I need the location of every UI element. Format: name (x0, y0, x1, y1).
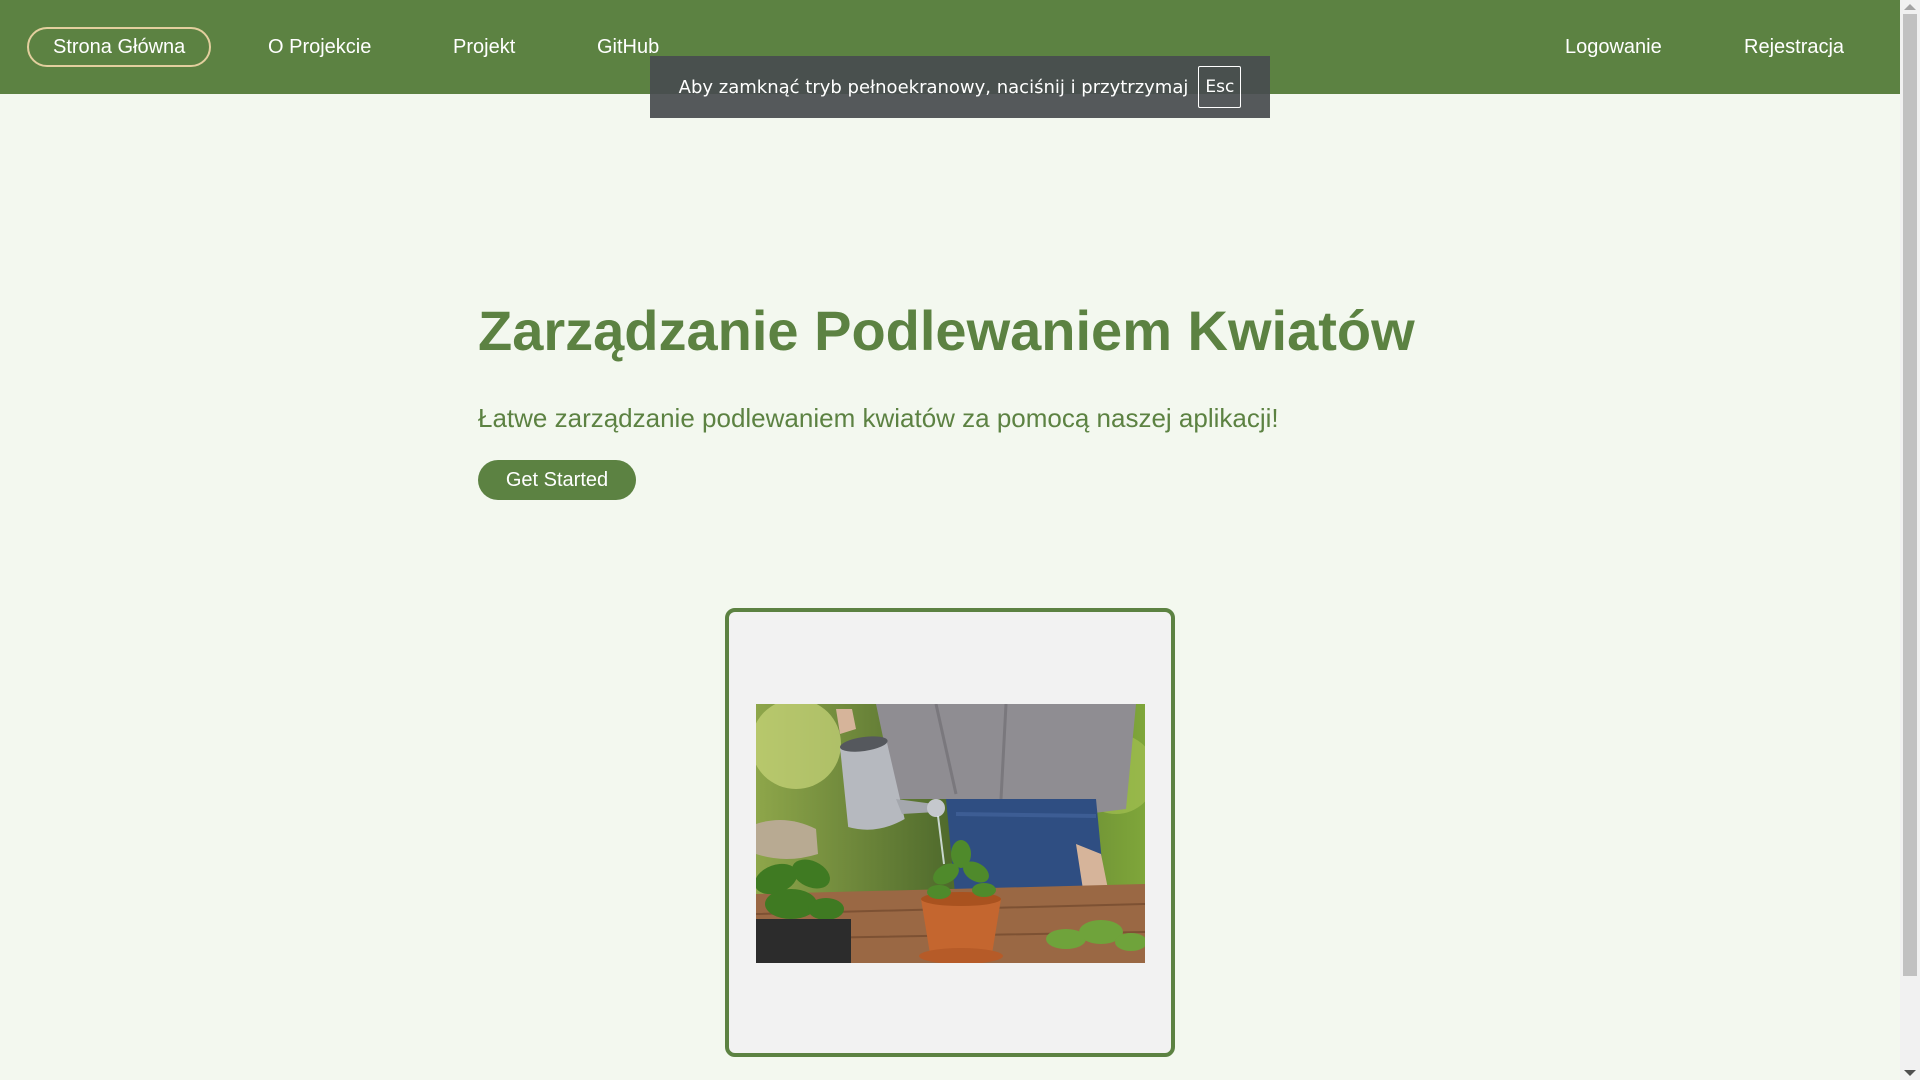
nav-login-link[interactable]: Logowanie (1565, 27, 1662, 67)
hero-subtitle: Łatwe zarządzanie podlewaniem kwiatów za… (478, 403, 1279, 433)
nav-project-link[interactable]: Projekt (453, 27, 515, 67)
scroll-up-arrow-icon[interactable] (1904, 4, 1916, 10)
nav-about-link[interactable]: O Projekcie (268, 27, 371, 67)
fullscreen-notice-text: Aby zamknąć tryb pełnoekranowy, naciśnij… (678, 76, 1189, 98)
image-card (725, 608, 1175, 1057)
esc-key-hint: Esc (1198, 66, 1242, 108)
watering-plant-photo (756, 704, 1145, 963)
scroll-down-arrow-icon[interactable] (1904, 1070, 1916, 1076)
fullscreen-exit-notice: Aby zamknąć tryb pełnoekranowy, naciśnij… (650, 56, 1270, 118)
vertical-scrollbar[interactable] (1900, 0, 1920, 1080)
hero-title: Zarządzanie Podlewaniem Kwiatów (478, 299, 1415, 362)
nav-home-link[interactable]: Strona Główna (27, 27, 212, 67)
nav-register-link[interactable]: Rejestracja (1744, 27, 1844, 67)
get-started-button[interactable]: Get Started (478, 460, 636, 500)
scrollbar-thumb[interactable] (1903, 14, 1917, 976)
